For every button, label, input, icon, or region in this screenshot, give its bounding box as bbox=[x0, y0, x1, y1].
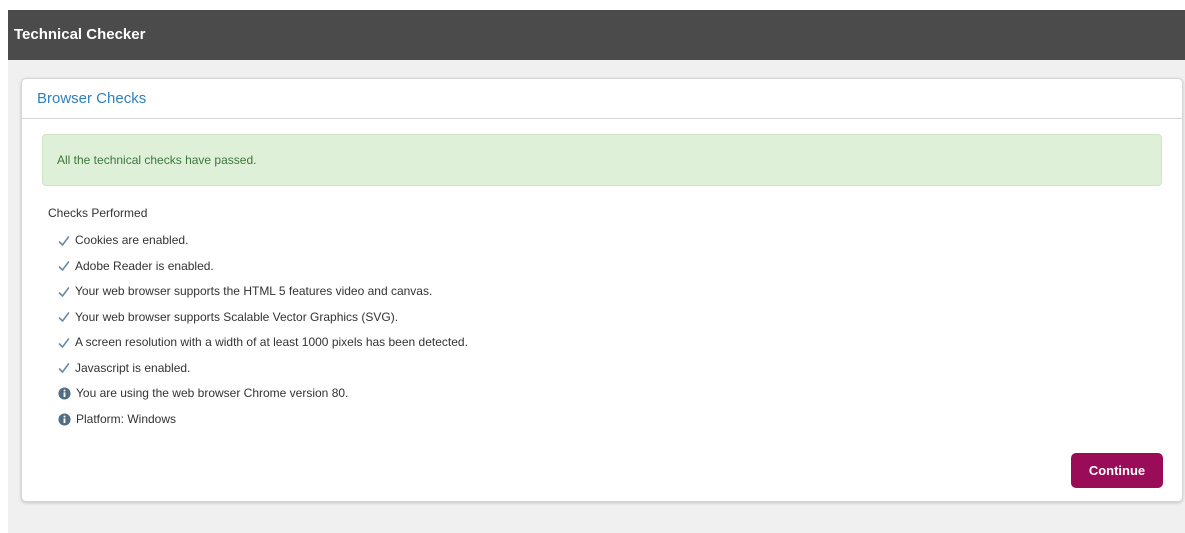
check-icon bbox=[58, 363, 70, 374]
check-item: Your web browser supports Scalable Vecto… bbox=[58, 305, 1162, 331]
check-item: Adobe Reader is enabled. bbox=[58, 254, 1162, 280]
check-icon bbox=[58, 261, 70, 272]
panel-heading: Browser Checks bbox=[22, 79, 1182, 119]
info-icon bbox=[58, 387, 71, 400]
info-item-text: Platform: Windows bbox=[76, 411, 177, 426]
panel-body: All the technical checks have passed. Ch… bbox=[22, 119, 1182, 488]
info-icon bbox=[58, 413, 71, 426]
app-header: Technical Checker bbox=[8, 10, 1185, 60]
info-item: Platform: Windows bbox=[58, 407, 1162, 433]
continue-button[interactable]: Continue bbox=[1071, 453, 1163, 488]
app-title: Technical Checker bbox=[14, 26, 146, 43]
check-item-text: A screen resolution with a width of at l… bbox=[75, 335, 468, 349]
check-icon bbox=[58, 286, 70, 297]
check-icon bbox=[58, 312, 70, 323]
check-item-text: Your web browser supports Scalable Vecto… bbox=[75, 309, 399, 324]
check-icon bbox=[58, 235, 70, 246]
check-item-text: Javascript is enabled. bbox=[75, 360, 191, 375]
check-item-text: Adobe Reader is enabled. bbox=[75, 258, 214, 273]
check-item: A screen resolution with a width of at l… bbox=[58, 330, 1162, 356]
check-item: Cookies are enabled. bbox=[58, 228, 1162, 254]
success-alert-text: All the technical checks have passed. bbox=[57, 153, 257, 167]
check-item: Javascript is enabled. bbox=[58, 356, 1162, 382]
panel-title: Browser Checks bbox=[37, 90, 147, 107]
check-item-text: Your web browser supports the HTML 5 fea… bbox=[75, 284, 433, 298]
check-icon bbox=[58, 337, 70, 348]
check-item-text: Cookies are enabled. bbox=[75, 233, 189, 247]
success-alert: All the technical checks have passed. bbox=[42, 134, 1162, 186]
page-background: Technical Checker Browser Checks All the… bbox=[8, 10, 1185, 533]
info-item: You are using the web browser Chrome ver… bbox=[58, 381, 1162, 407]
checks-list: Cookies are enabled. Adobe Reader is ena… bbox=[42, 228, 1162, 432]
checks-performed-title: Checks Performed bbox=[48, 206, 148, 220]
info-item-text: You are using the web browser Chrome ver… bbox=[76, 386, 349, 400]
browser-checks-panel: Browser Checks All the technical checks … bbox=[21, 78, 1183, 502]
check-item: Your web browser supports the HTML 5 fea… bbox=[58, 279, 1162, 305]
